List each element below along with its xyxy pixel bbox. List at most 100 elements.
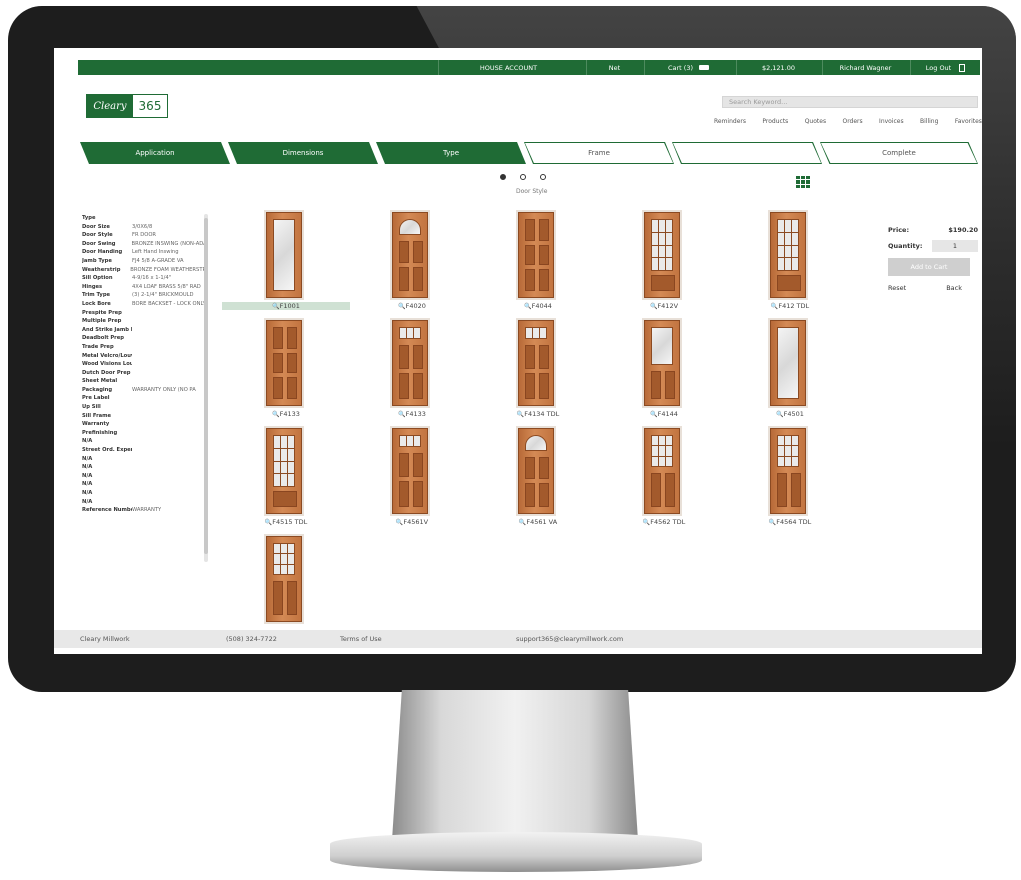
door-option[interactable]: 🔍F4515 TDL bbox=[222, 428, 350, 530]
spec-key: Pre Label bbox=[82, 395, 110, 402]
door-image bbox=[644, 212, 680, 298]
spec-key: Lock Bore bbox=[82, 300, 111, 307]
door-label[interactable]: 🔍F4134 TDL bbox=[474, 410, 602, 418]
spec-key: Dutch Door Prep bbox=[82, 369, 131, 376]
nav-item-products[interactable]: Products bbox=[762, 118, 788, 125]
door-label[interactable]: 🔍F4562 TDL bbox=[600, 518, 728, 526]
step-blank[interactable] bbox=[672, 142, 822, 164]
logo[interactable]: Cleary 365 bbox=[86, 94, 168, 118]
step-dimensions[interactable]: Dimensions bbox=[228, 142, 378, 164]
door-option[interactable]: 🔍F4564 TDL bbox=[726, 428, 854, 530]
spec-row: Up Sill bbox=[82, 403, 208, 412]
spec-key: Trim Type bbox=[82, 292, 111, 299]
zoom-icon[interactable]: 🔍 bbox=[776, 411, 783, 418]
door-label[interactable]: 🔍F4501 bbox=[726, 410, 854, 418]
door-option[interactable]: 🔍F4562 TDL bbox=[600, 428, 728, 530]
spec-row: N/A bbox=[82, 480, 208, 489]
user-menu[interactable]: Richard Wagner bbox=[822, 60, 908, 75]
nav-item-favorites[interactable]: Favorites bbox=[955, 118, 982, 125]
door-option[interactable]: 🔍F1001 bbox=[222, 212, 350, 314]
spec-row: N/A bbox=[82, 489, 208, 498]
door-option[interactable]: 🔍F4133 bbox=[348, 320, 476, 422]
step-label: Frame bbox=[525, 143, 673, 163]
zoom-icon[interactable]: 🔍 bbox=[398, 303, 405, 310]
nav-item-quotes[interactable]: Quotes bbox=[805, 118, 826, 125]
zoom-icon[interactable]: 🔍 bbox=[272, 411, 279, 418]
logout-button[interactable]: Log Out bbox=[910, 60, 980, 75]
spec-value: BRONZE FOAM WEATHERSTRIP bbox=[130, 266, 208, 273]
spec-key: Door Swing bbox=[82, 240, 116, 247]
grid-view-icon[interactable] bbox=[796, 176, 810, 188]
spec-row: Packaging WARRANTY ONLY (NO PA bbox=[82, 386, 208, 395]
door-label[interactable]: 🔍F4564 TDL bbox=[726, 518, 854, 526]
back-link[interactable]: Back bbox=[946, 284, 962, 292]
add-to-cart-button[interactable]: Add to Cart bbox=[888, 258, 970, 276]
spec-key: Door Style bbox=[82, 232, 113, 239]
step-complete[interactable]: Complete bbox=[820, 142, 978, 164]
door-label[interactable]: 🔍F4561V bbox=[348, 518, 476, 526]
nav-item-invoices[interactable]: Invoices bbox=[879, 118, 904, 125]
door-code: F4134 TDL bbox=[524, 410, 560, 418]
spec-row: Jamb Type FJ4 5/8 A-GRADE VA bbox=[82, 257, 208, 266]
door-option[interactable]: 🔍F412V bbox=[600, 212, 728, 314]
reset-link[interactable]: Reset bbox=[888, 284, 906, 292]
door-option[interactable]: 🔍F412 TDL bbox=[726, 212, 854, 314]
door-code: F4020 bbox=[405, 302, 426, 310]
spec-key: N/A bbox=[82, 464, 93, 471]
footer-email-link[interactable]: support365@clearymillwork.com bbox=[516, 635, 623, 643]
door-option[interactable]: 🔍F4134 TDL bbox=[474, 320, 602, 422]
nav-item-billing[interactable]: Billing bbox=[920, 118, 938, 125]
nav-item-reminders[interactable]: Reminders bbox=[714, 118, 746, 125]
spec-row: Sill Option 4-9/16 x 1-1/4" bbox=[82, 274, 208, 283]
house-account-link[interactable]: HOUSE ACCOUNT bbox=[438, 60, 578, 75]
door-option[interactable]: 🔍F4044 bbox=[474, 212, 602, 314]
quantity-input[interactable]: 1 bbox=[932, 240, 978, 252]
main-nav: Reminders Products Quotes Orders Invoices Bil… bbox=[714, 118, 982, 125]
spec-row: N/A bbox=[82, 498, 208, 507]
spec-key: Metal Velcro/Louv bbox=[82, 352, 132, 359]
door-label[interactable]: 🔍F4144 bbox=[600, 410, 728, 418]
net-link[interactable]: Net bbox=[586, 60, 642, 75]
carousel-dot-2[interactable] bbox=[520, 174, 526, 180]
door-option[interactable]: 🔍F4020 bbox=[348, 212, 476, 314]
door-code: F412V bbox=[657, 302, 679, 310]
footer-terms-link[interactable]: Terms of Use bbox=[340, 635, 382, 643]
door-code: F4133 bbox=[405, 410, 426, 418]
door-option[interactable]: 🔍F4501 bbox=[726, 320, 854, 422]
nav-item-orders[interactable]: Orders bbox=[842, 118, 862, 125]
spec-scrollbar[interactable] bbox=[204, 214, 208, 562]
zoom-icon[interactable]: 🔍 bbox=[650, 411, 657, 418]
door-option[interactable]: 🔍F4144 bbox=[600, 320, 728, 422]
carousel-dot-1[interactable] bbox=[500, 174, 506, 180]
zoom-icon[interactable]: 🔍 bbox=[398, 411, 405, 418]
door-label[interactable]: 🔍F412V bbox=[600, 302, 728, 310]
cart-link[interactable]: Cart (3) bbox=[644, 60, 732, 75]
door-image bbox=[770, 212, 806, 298]
truck-icon bbox=[699, 65, 710, 70]
spec-scroll-thumb[interactable] bbox=[204, 218, 208, 554]
spec-row: Prefinishing bbox=[82, 429, 208, 438]
door-label[interactable]: 🔍F4133 bbox=[222, 410, 350, 418]
door-image bbox=[644, 320, 680, 406]
door-label[interactable]: 🔍F4020 bbox=[348, 302, 476, 310]
door-label[interactable]: 🔍F4515 TDL bbox=[222, 518, 350, 526]
spec-row: Weatherstrip BRONZE FOAM WEATHERSTRIP bbox=[82, 266, 208, 275]
zoom-icon[interactable]: 🔍 bbox=[524, 303, 531, 310]
door-option[interactable]: 🔍F4561V bbox=[348, 428, 476, 530]
door-label[interactable]: 🔍F4133 bbox=[348, 410, 476, 418]
door-label[interactable]: 🔍F4044 bbox=[474, 302, 602, 310]
carousel-dot-3[interactable] bbox=[540, 174, 546, 180]
step-application[interactable]: Application bbox=[80, 142, 230, 164]
user-name: Richard Wagner bbox=[839, 63, 892, 72]
door-label[interactable]: 🔍F4561 VA bbox=[474, 518, 602, 526]
door-option[interactable]: 🔍F4561 VA bbox=[474, 428, 602, 530]
zoom-icon[interactable]: 🔍 bbox=[272, 303, 279, 310]
door-option[interactable]: 🔍F4133 bbox=[222, 320, 350, 422]
step-type[interactable]: Type bbox=[376, 142, 526, 164]
carousel-label: Door Style bbox=[516, 188, 548, 195]
door-option[interactable] bbox=[222, 536, 350, 638]
step-frame[interactable]: Frame bbox=[524, 142, 674, 164]
door-label[interactable]: 🔍F412 TDL bbox=[726, 302, 854, 310]
door-label[interactable]: 🔍F1001 bbox=[222, 302, 350, 310]
search-input[interactable]: Search Keyword... bbox=[722, 96, 978, 108]
